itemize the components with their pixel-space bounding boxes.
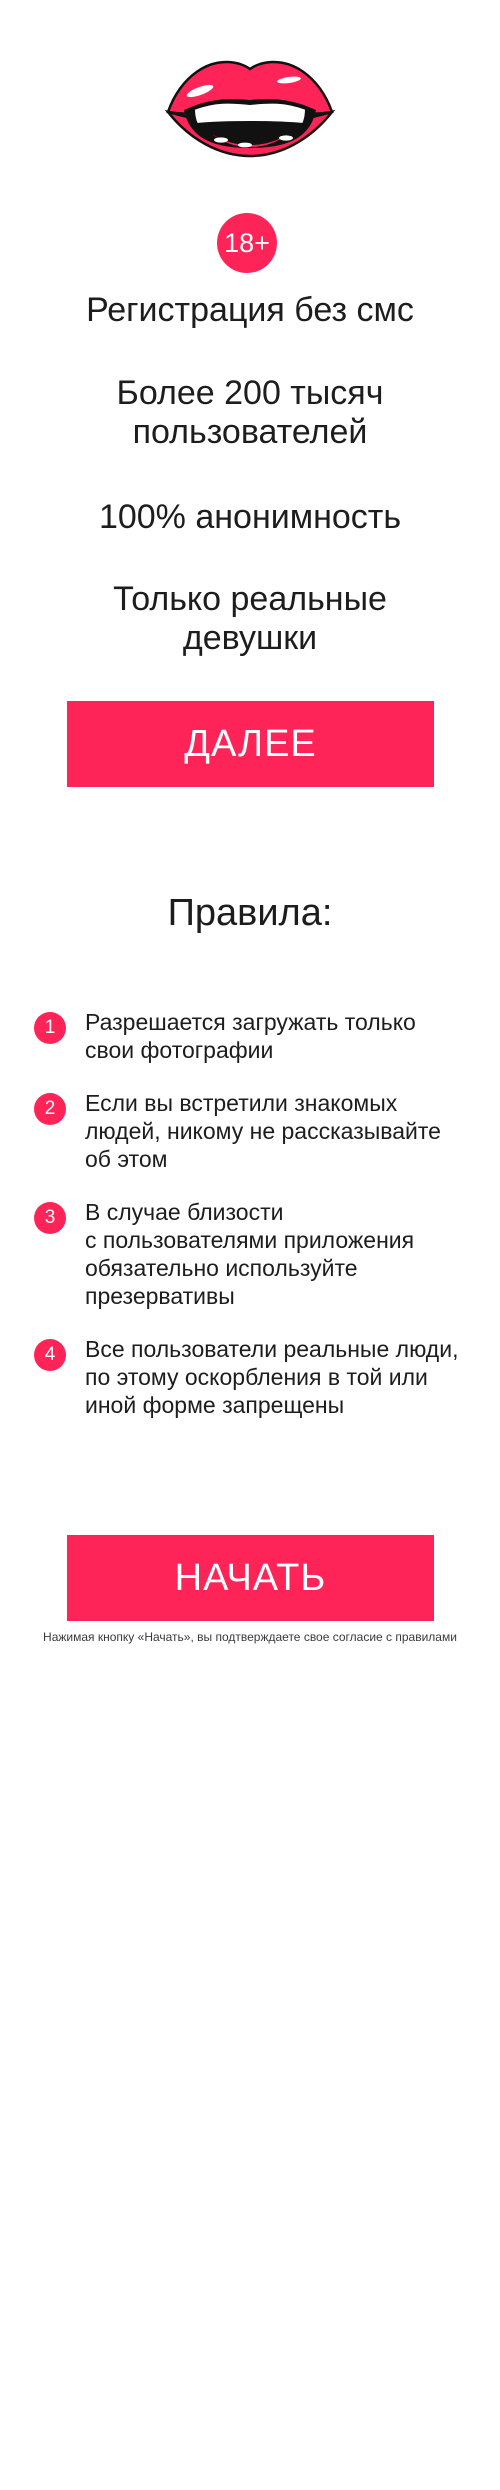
start-button[interactable]: НАЧАТЬ [67, 1535, 434, 1621]
next-button[interactable]: ДАЛЕЕ [67, 701, 434, 787]
rule-item: 1 Разрешается загружать только свои фото… [34, 1008, 479, 1064]
feature-line: 100% анонимность [98, 498, 402, 536]
rule-text-line: об этом [85, 1146, 168, 1172]
rule-number-badge: 4 [34, 1339, 66, 1371]
rule-text-line: с пользователями приложения [85, 1227, 415, 1253]
feature-anonymity: 100% анонимность [20, 498, 480, 537]
rule-number-badge: 1 [34, 1012, 66, 1044]
rule-number-badge: 3 [34, 1202, 66, 1234]
rule-text-line: Все пользователи реальные люди, [85, 1336, 459, 1362]
feature-line: пользователей [132, 413, 368, 452]
feature-line: Регистрация без смс [86, 291, 414, 329]
rules-list: 1 Разрешается загружать только свои фото… [34, 1008, 479, 1444]
rule-item: 4 Все пользователи реальные люди, по это… [34, 1335, 479, 1419]
rule-text: Если вы встретили знакомых людей, никому… [85, 1089, 479, 1173]
rule-text: В случае близости с пользователями прило… [85, 1198, 479, 1310]
consent-note: Нажимая кнопку «Начать», вы подтверждает… [43, 1630, 457, 1644]
rule-item: 2 Если вы встретили знакомых людей, нико… [34, 1089, 479, 1173]
rules-title: Правила: [167, 892, 333, 934]
feature-line: Только реальные [113, 580, 387, 618]
rule-text-line: Разрешается загружать только [85, 1009, 416, 1035]
feature-line: Более 200 тысяч [116, 374, 384, 412]
age-badge: 18+ [217, 213, 277, 273]
rule-text-line: свои фотографии [85, 1037, 274, 1063]
feature-real-girls: Только реальные девушки [20, 580, 480, 658]
rule-text-line: иной форме запрещены [85, 1392, 345, 1418]
rule-text: Разрешается загружать только свои фотогр… [85, 1008, 479, 1064]
rule-number-badge: 2 [34, 1093, 66, 1125]
rule-text: Все пользователи реальные люди, по этому… [85, 1335, 479, 1419]
rule-text-line: людей, никому не рассказывайте [85, 1118, 441, 1144]
feature-registration: Регистрация без смс [20, 291, 480, 330]
rule-text-line: Если вы встретили знакомых [85, 1090, 398, 1116]
feature-users-count: Более 200 тысяч пользователей [20, 374, 480, 452]
rule-item: 3 В случае близости с пользователями при… [34, 1198, 479, 1310]
registration-landing-page: 18+ Регистрация без смс Более 200 тысяч … [0, 0, 500, 2490]
rule-text-line: В случае близости [85, 1199, 284, 1225]
feature-line: девушки [182, 619, 318, 658]
lips-icon [164, 60, 336, 158]
rule-text-line: презервативы [85, 1283, 235, 1309]
rule-text-line: по этому оскорбления в той или [85, 1364, 428, 1390]
rule-text-line: обязательно используйте [85, 1255, 358, 1281]
